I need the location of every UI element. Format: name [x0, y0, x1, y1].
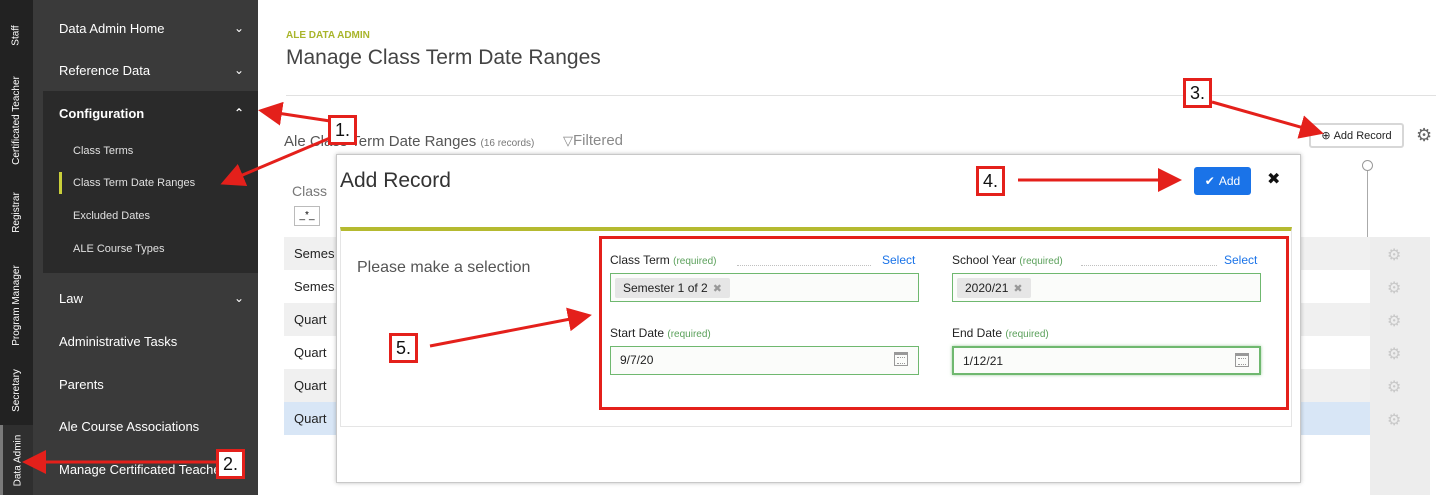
divider: [286, 95, 1436, 96]
sub-item-ale-course-types[interactable]: ALE Course Types: [73, 243, 165, 255]
sidebar-item-label: Configuration: [59, 105, 145, 121]
sidebar-nav: Data Admin Home ⌄ Reference Data ⌄ Confi…: [33, 0, 258, 495]
active-indicator: [59, 172, 62, 194]
sidebar-item-label: Parents: [59, 376, 104, 392]
annotation-label-3: 3.: [1183, 78, 1213, 108]
breadcrumb: ALE DATA ADMIN: [286, 30, 370, 41]
annotation-label-4: 4.: [976, 166, 1006, 196]
annotation-highlight-box: [599, 236, 1289, 410]
gear-icon[interactable]: ⚙: [1387, 245, 1401, 265]
annotation-label-2: 2.: [216, 449, 246, 479]
sidebar-item-label: Law: [59, 290, 83, 306]
column-filter-input[interactable]: _*_: [294, 206, 320, 226]
sub-item-class-terms[interactable]: Class Terms: [73, 145, 133, 157]
role-tab-secretary[interactable]: Secretary: [0, 355, 33, 425]
gear-icon[interactable]: ⚙: [1387, 344, 1401, 364]
column-header-class[interactable]: Class: [292, 183, 327, 199]
scroll-track: [1367, 165, 1368, 237]
sidebar-item-label: Manage Certificated Teache: [59, 461, 221, 477]
sidebar-item-label: Ale Course Associations: [59, 418, 200, 434]
record-count: (16 records): [480, 138, 535, 149]
annotation-label-5: 5.: [389, 333, 419, 363]
gear-icon[interactable]: ⚙: [1387, 311, 1401, 331]
row-actions-column: ⚙ ⚙ ⚙ ⚙ ⚙ ⚙: [1370, 237, 1430, 495]
checkmark-icon: ✔: [1204, 174, 1215, 188]
chevron-down-icon: ⌄: [233, 21, 244, 35]
app-root: Staff Certificated Teacher Registrar Pro…: [0, 0, 1446, 495]
add-record-button[interactable]: ⊕ Add Record: [1309, 123, 1404, 148]
add-button[interactable]: ✔ Add: [1194, 167, 1251, 195]
scroll-handle[interactable]: [1362, 160, 1373, 171]
list-title-text: Ale Class Term Date Ranges: [284, 133, 477, 150]
chevron-down-icon: ⌄: [233, 63, 244, 77]
gear-icon[interactable]: ⚙: [1387, 410, 1401, 430]
sidebar-item-data-admin-home[interactable]: Data Admin Home ⌄: [59, 18, 244, 38]
filtered-indicator[interactable]: ▽Filtered: [563, 132, 623, 149]
chevron-down-icon: ⌄: [233, 291, 244, 305]
sidebar-item-law[interactable]: Law ⌄: [59, 288, 244, 308]
plus-circle-icon: ⊕: [1321, 130, 1331, 142]
sidebar-item-parents[interactable]: Parents: [59, 374, 244, 394]
sub-item-class-term-date-ranges[interactable]: Class Term Date Ranges: [73, 177, 195, 189]
role-tab-registrar[interactable]: Registrar: [0, 170, 33, 255]
role-tabs: Staff Certificated Teacher Registrar Pro…: [0, 0, 33, 495]
role-tab-certificated-teacher[interactable]: Certificated Teacher: [0, 70, 33, 170]
role-tab-data-admin[interactable]: Data Admin: [0, 425, 33, 495]
sidebar-item-ale-course-associations[interactable]: Ale Course Associations: [59, 416, 244, 436]
gear-icon[interactable]: ⚙: [1387, 278, 1401, 298]
gear-icon[interactable]: ⚙: [1387, 377, 1401, 397]
sidebar-item-label: Data Admin Home: [59, 20, 165, 36]
chevron-up-icon: ⌃: [233, 106, 244, 120]
sidebar-item-label: Administrative Tasks: [59, 333, 178, 349]
sidebar-item-configuration[interactable]: Configuration ⌃: [59, 103, 244, 123]
filtered-label: Filtered: [573, 132, 624, 149]
add-record-label: Add Record: [1333, 129, 1392, 142]
sub-item-excluded-dates[interactable]: Excluded Dates: [73, 210, 150, 222]
sidebar-item-label: Reference Data: [59, 62, 151, 78]
selection-prompt: Please make a selection: [357, 259, 531, 276]
filter-icon: ▽: [563, 133, 573, 148]
list-title: Ale Class Term Date Ranges (16 records): [284, 133, 534, 150]
role-tab-program-manager[interactable]: Program Manager: [0, 255, 33, 355]
sidebar-item-reference-data[interactable]: Reference Data ⌄: [59, 60, 244, 80]
add-button-label: Add: [1218, 174, 1241, 188]
page-title: Manage Class Term Date Ranges: [286, 46, 601, 69]
close-icon[interactable]: ✖: [1267, 169, 1280, 189]
modal-title: Add Record: [340, 169, 451, 192]
sidebar-item-administrative-tasks[interactable]: Administrative Tasks: [59, 331, 244, 351]
role-tab-staff[interactable]: Staff: [0, 0, 33, 70]
annotation-label-1: 1.: [328, 115, 358, 145]
gear-icon[interactable]: ⚙: [1416, 125, 1432, 146]
